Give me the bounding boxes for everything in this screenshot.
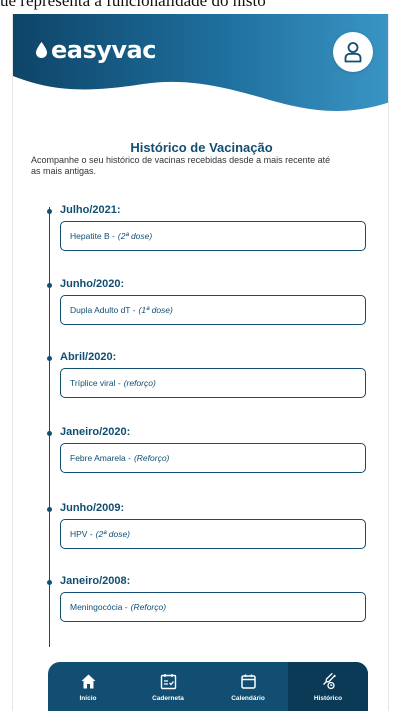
nav-label: Caderneta: [152, 695, 184, 702]
nav-label: Calendário: [231, 695, 265, 702]
entry-date: Julho/2021:: [60, 204, 121, 216]
header-background: [13, 14, 388, 111]
nav-item-inicio[interactable]: Início: [48, 662, 128, 711]
nav-label: Histórico: [313, 695, 343, 702]
page-title: Histórico de Vacinação: [130, 140, 273, 155]
timeline-dot: [47, 507, 52, 512]
vaccine-dose: (Reforço): [133, 453, 170, 463]
vaccine-card[interactable]: Tríplice viral - (reforço): [60, 368, 366, 398]
timeline-dot: [47, 283, 52, 288]
entry-date: Janeiro/2008:: [60, 575, 131, 587]
nav-item-historico[interactable]: Histórico: [288, 662, 368, 711]
nav-label: Início: [79, 695, 97, 702]
vaccine-dose: (Reforço): [130, 602, 167, 612]
calendar-icon: [240, 674, 256, 689]
vaccine-card-icon: [160, 674, 176, 690]
vaccine-card[interactable]: Meningocócia - (Reforço): [60, 592, 366, 622]
vaccine-card[interactable]: HPV - (2ª dose): [60, 519, 366, 549]
vaccine-name: HPV -: [70, 529, 93, 539]
vaccine-dose: (reforço): [123, 378, 156, 388]
entry-date: Abril/2020:: [60, 351, 117, 363]
app-logo: easyvac: [35, 36, 156, 64]
vaccine-card[interactable]: Hepatite B - (2ª dose): [60, 221, 366, 251]
entry-date: Janeiro/2020:: [60, 426, 131, 438]
home-icon: [81, 674, 95, 689]
vaccine-card[interactable]: Dupla Adulto dT - (1ª dose): [60, 295, 366, 325]
vaccine-dose: (2ª dose): [117, 231, 153, 241]
entry-date: Junho/2009:: [60, 502, 125, 514]
caption-text: ue representa a funcionalidade do histó: [0, 0, 266, 10]
vaccine-name: Meningocócia -: [70, 602, 128, 612]
timeline-dot: [47, 356, 52, 361]
syringe-history-icon: [322, 673, 336, 690]
vaccine-name: Tríplice viral -: [70, 378, 121, 388]
nav-item-caderneta[interactable]: Caderneta: [128, 662, 208, 711]
app-screen: easyvac Histórico de Vacinação Acompanhe…: [12, 14, 389, 711]
brand-name: easyvac: [51, 36, 156, 64]
bottom-navigation: Início Caderneta Calendário Histórico: [48, 662, 368, 711]
timeline-dot: [47, 431, 52, 436]
profile-button[interactable]: [333, 32, 373, 72]
timeline-dot: [47, 209, 52, 214]
entry-date: Junho/2020:: [60, 278, 125, 290]
drop-icon: [36, 42, 47, 58]
page-subtitle: Acompanhe o seu histórico de vacinas rec…: [31, 155, 331, 176]
user-icon: [344, 42, 362, 63]
vaccine-dose: (2ª dose): [95, 529, 130, 539]
vaccine-card[interactable]: Febre Amarela - (Reforço): [60, 443, 366, 473]
vaccine-name: Dupla Adulto dT -: [70, 305, 136, 315]
nav-item-calendario[interactable]: Calendário: [208, 662, 288, 711]
vaccine-dose: (1ª dose): [138, 305, 173, 315]
timeline-dot: [47, 580, 52, 585]
vaccine-name: Hepatite B -: [70, 231, 115, 241]
vaccine-name: Febre Amarela -: [70, 453, 131, 463]
